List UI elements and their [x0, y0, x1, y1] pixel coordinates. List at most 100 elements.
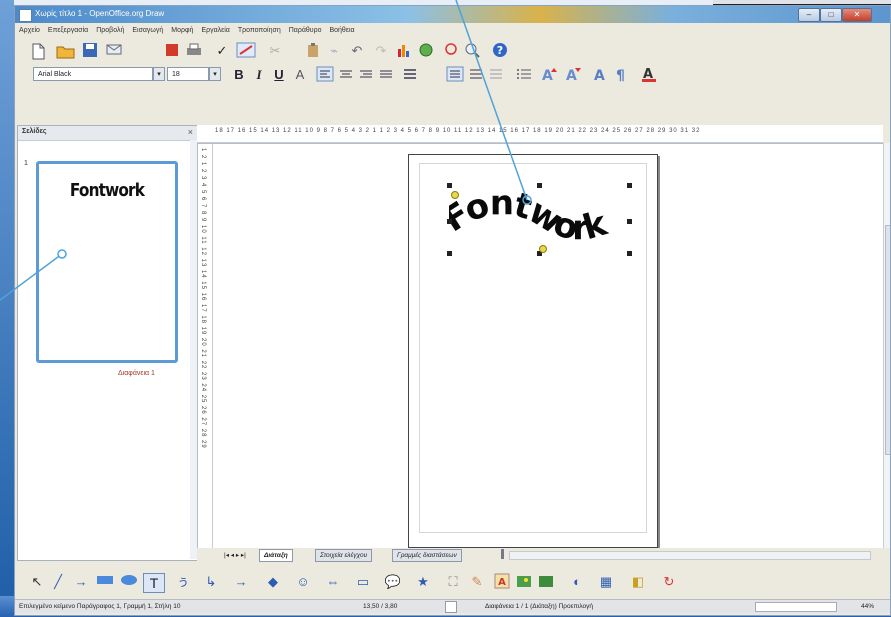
- character-icon[interactable]: A: [591, 66, 611, 84]
- align-left-icon[interactable]: [315, 66, 335, 84]
- basic-shapes-icon[interactable]: ◆: [261, 573, 285, 591]
- tab-controls[interactable]: Στοιχεία ελέγχου: [315, 549, 373, 562]
- vertical-scrollbar[interactable]: [883, 143, 890, 548]
- paragraph-icon[interactable]: ¶: [613, 66, 631, 84]
- glue-points-icon[interactable]: ✎: [467, 573, 487, 591]
- open-folder-icon[interactable]: [55, 42, 77, 60]
- tab-layout[interactable]: Διάταξη: [259, 549, 293, 562]
- fontwork-gallery-icon[interactable]: A: [493, 573, 511, 591]
- stars-icon[interactable]: ★: [411, 573, 435, 591]
- gallery-icon[interactable]: [443, 42, 459, 60]
- list-icon[interactable]: [445, 66, 465, 84]
- indent-icon[interactable]: [467, 66, 485, 84]
- text-tool-icon[interactable]: T: [143, 573, 165, 593]
- tab-dimension-lines[interactable]: Γραμμές διαστάσεων: [392, 549, 462, 562]
- shadow-icon[interactable]: A: [291, 66, 309, 84]
- menu-modify[interactable]: Τροποποίηση: [234, 25, 285, 36]
- navigator-icon[interactable]: [417, 42, 435, 60]
- vertical-scrollbar-thumb[interactable]: [885, 225, 890, 455]
- ellipse-icon[interactable]: [119, 573, 139, 591]
- menu-format[interactable]: Μορφή: [167, 25, 197, 36]
- points-icon[interactable]: ⛶: [443, 573, 463, 591]
- resize-handle[interactable]: [627, 251, 632, 256]
- font-name-dropdown-icon[interactable]: ▾: [153, 67, 165, 81]
- resize-handle[interactable]: [447, 219, 452, 224]
- horizontal-scrollbar[interactable]: [509, 551, 871, 560]
- line-spacing-icon[interactable]: [401, 66, 419, 84]
- resize-handle[interactable]: [447, 251, 452, 256]
- align-center-icon[interactable]: [337, 66, 355, 84]
- align-right-icon[interactable]: [357, 66, 375, 84]
- drawing-canvas[interactable]: 1 2 1 2 3 4 5 6 7 8 9 10 11 12 13 14 15 …: [197, 143, 885, 550]
- toolbar-options-icon[interactable]: ↻: [657, 573, 681, 591]
- font-size-field[interactable]: 18: [167, 67, 209, 81]
- font-size-dropdown-icon[interactable]: ▾: [209, 67, 221, 81]
- tab-navigation-buttons[interactable]: |◂ ◂ ▸ ▸|: [219, 549, 251, 562]
- select-icon[interactable]: ↖: [29, 573, 45, 591]
- arrow-line-icon[interactable]: →: [71, 573, 91, 591]
- new-document-icon[interactable]: [29, 42, 47, 60]
- minimize-button[interactable]: –: [798, 8, 820, 22]
- line-icon[interactable]: ╱: [49, 573, 67, 591]
- menu-file[interactable]: Αρχείο: [15, 25, 44, 36]
- maximize-button[interactable]: □: [820, 8, 842, 22]
- fontwork-object[interactable]: Fontwork: [436, 183, 632, 259]
- increase-font-icon[interactable]: A: [539, 66, 559, 84]
- resize-handle[interactable]: [627, 219, 632, 224]
- italic-icon[interactable]: I: [251, 66, 267, 84]
- print-icon[interactable]: [185, 42, 203, 60]
- tab-split-handle[interactable]: [501, 549, 504, 559]
- menu-edit[interactable]: Επεξεργασία: [44, 25, 92, 36]
- vertical-ruler[interactable]: 1 2 1 2 3 4 5 6 7 8 9 10 11 12 13 14 15 …: [198, 144, 213, 549]
- font-color-icon[interactable]: A: [639, 66, 661, 84]
- connector-icon[interactable]: ↳: [199, 573, 223, 591]
- justify-icon[interactable]: [377, 66, 395, 84]
- callouts-icon[interactable]: 💬: [381, 573, 405, 591]
- resize-handle[interactable]: [627, 183, 632, 188]
- panel-close-icon[interactable]: ×: [188, 127, 193, 137]
- resize-handle[interactable]: [537, 183, 542, 188]
- autospell-icon[interactable]: [235, 42, 257, 60]
- menu-insert[interactable]: Εισαγωγή: [128, 25, 167, 36]
- curve-icon[interactable]: ぅ: [171, 573, 195, 591]
- panel-scrollbar[interactable]: [190, 140, 197, 559]
- underline-icon[interactable]: U: [271, 66, 287, 84]
- menu-view[interactable]: Προβολή: [92, 25, 128, 36]
- slide-thumbnail[interactable]: Fontwork: [36, 161, 178, 363]
- font-name-field[interactable]: Arial Black: [33, 67, 153, 81]
- menu-tools[interactable]: Εργαλεία: [197, 25, 233, 36]
- paste-icon[interactable]: [303, 42, 323, 60]
- status-insert-mode[interactable]: [445, 601, 457, 613]
- drawing-page[interactable]: Fontwork: [408, 154, 658, 548]
- rectangle-icon[interactable]: [95, 573, 115, 591]
- block-arrows-icon[interactable]: ⇔: [321, 573, 345, 591]
- from-file-icon[interactable]: [515, 573, 533, 591]
- flowchart-icon[interactable]: ▭: [351, 573, 375, 591]
- extrusion-icon[interactable]: ◐: [565, 573, 589, 591]
- outdent-icon[interactable]: [487, 66, 505, 84]
- redo-icon[interactable]: ↷: [373, 42, 389, 60]
- lines-arrows-icon[interactable]: →: [229, 573, 253, 591]
- bullets-icon[interactable]: [515, 66, 533, 84]
- horizontal-ruler[interactable]: 18 17 16 15 14 13 12 11 10 9 8 7 6 5 4 3…: [197, 125, 883, 143]
- zoom-slider[interactable]: [755, 602, 837, 612]
- menu-window[interactable]: Παράθυρο: [285, 25, 326, 36]
- undo-icon[interactable]: ↶: [347, 42, 367, 60]
- adjust-handle[interactable]: [539, 245, 547, 253]
- chart-icon[interactable]: [395, 42, 413, 60]
- menu-help[interactable]: Βοήθεια: [325, 25, 358, 36]
- cut-icon[interactable]: ✂: [267, 42, 283, 60]
- export-pdf-icon[interactable]: [163, 42, 181, 60]
- decrease-font-icon[interactable]: A: [563, 66, 583, 84]
- zoom-icon[interactable]: [463, 42, 485, 60]
- bold-icon[interactable]: B: [231, 66, 247, 84]
- clone-format-icon[interactable]: ⌁: [327, 42, 341, 60]
- adjust-handle[interactable]: [451, 191, 459, 199]
- gallery-images-icon[interactable]: [537, 573, 555, 591]
- align-objects-icon[interactable]: ▦: [593, 573, 619, 591]
- save-icon[interactable]: [81, 42, 99, 60]
- help-icon[interactable]: ?: [491, 42, 509, 60]
- email-icon[interactable]: [105, 42, 123, 60]
- arrange-icon[interactable]: ◧: [625, 573, 651, 591]
- spellcheck-icon[interactable]: ✓: [213, 42, 231, 60]
